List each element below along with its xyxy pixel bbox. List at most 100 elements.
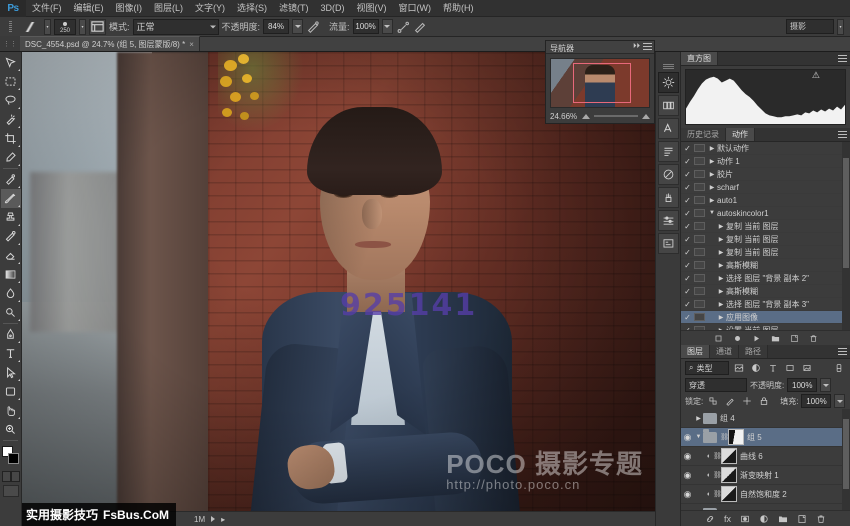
document-tab[interactable]: DSC_4554.psd @ 24.7% (组 5, 图层蒙版/8) * ×	[20, 36, 200, 51]
screen-mode-button[interactable]	[3, 485, 19, 497]
brush-presets-panel-icon[interactable]	[658, 187, 679, 208]
action-row[interactable]: ✓▶应用图像	[681, 311, 850, 324]
layers-scrollbar[interactable]	[842, 409, 850, 510]
tab-histogram[interactable]: 直方图	[681, 52, 718, 65]
layer-fill-stepper[interactable]	[834, 394, 845, 408]
layer-visibility-eye-icon[interactable]: ◉	[681, 432, 694, 443]
new-action-icon[interactable]	[790, 334, 799, 343]
chevron-right-icon[interactable]: ▶	[716, 288, 726, 295]
action-enabled-checkmark-icon[interactable]: ✓	[681, 300, 694, 309]
record-icon[interactable]	[733, 334, 742, 343]
blend-mode-select[interactable]: 正常	[133, 19, 219, 35]
lasso-tool[interactable]	[1, 91, 21, 110]
action-row[interactable]: ✓▶胶片	[681, 168, 850, 181]
chevron-right-icon[interactable]: ▶	[707, 184, 717, 191]
layer-opacity-stepper[interactable]	[820, 378, 831, 392]
chevron-right-icon[interactable]: ▶	[716, 262, 726, 269]
flow-value[interactable]: 100%	[353, 19, 379, 34]
action-row[interactable]: ✓▶复制 当前 图层	[681, 233, 850, 246]
lock-all-icon[interactable]	[757, 394, 771, 408]
blur-tool[interactable]	[1, 284, 21, 303]
actions-scrollbar[interactable]	[842, 142, 850, 330]
layer-visibility-eye-icon[interactable]: ◉	[681, 508, 694, 511]
action-row[interactable]: ✓▶auto1	[681, 194, 850, 207]
histogram-warning-icon[interactable]: ⚠	[812, 70, 820, 81]
action-dialog-toggle[interactable]	[694, 196, 705, 204]
brush-panel-toggle-icon[interactable]	[89, 19, 106, 35]
action-row[interactable]: ✓▶scharf	[681, 181, 850, 194]
menu-item-view[interactable]: 视图(V)	[351, 0, 393, 17]
navigator-zoom-value[interactable]: 24.66%	[550, 112, 578, 121]
chevron-right-icon[interactable]: ▶	[716, 236, 726, 243]
menu-item-type[interactable]: 文字(Y)	[189, 0, 231, 17]
action-enabled-checkmark-icon[interactable]: ✓	[681, 144, 694, 153]
new-group-icon[interactable]	[778, 514, 788, 524]
history-brush-tool[interactable]	[1, 227, 21, 246]
action-dialog-toggle[interactable]	[694, 248, 705, 256]
filter-shape-icon[interactable]	[783, 361, 797, 375]
stop-icon[interactable]	[714, 334, 723, 343]
status-arrow-icon[interactable]	[211, 516, 215, 522]
shape-tool[interactable]	[1, 382, 21, 401]
action-row[interactable]: ✓▶选择 图层 "背景 副本 2"	[681, 272, 850, 285]
panel-menu-icon[interactable]	[643, 43, 652, 51]
action-dialog-toggle[interactable]	[694, 157, 705, 165]
filter-pixel-icon[interactable]	[732, 361, 746, 375]
chevron-right-icon[interactable]: ▶	[707, 197, 717, 204]
status-more-icon[interactable]: ▸	[221, 515, 225, 524]
workspace-switcher[interactable]: 摄影	[786, 19, 834, 34]
panel-menu-icon[interactable]	[838, 55, 847, 63]
play-icon[interactable]	[752, 334, 761, 343]
layer-row[interactable]: ◉▼Dodge & Burn	[681, 504, 850, 510]
brush-tool[interactable]	[1, 189, 21, 208]
opacity-stepper[interactable]	[292, 19, 303, 34]
menu-item-select[interactable]: 选择(S)	[231, 0, 273, 17]
layer-mask-thumbnail[interactable]	[721, 486, 737, 502]
menu-item-image[interactable]: 图像(I)	[110, 0, 149, 17]
filter-type-icon[interactable]	[766, 361, 780, 375]
action-row[interactable]: ✓▶设置 当前 图层	[681, 324, 850, 330]
layer-visibility-eye-icon[interactable]: ◉	[681, 489, 694, 500]
brush-preview-icon[interactable]	[19, 19, 41, 35]
layer-filter-type-select[interactable]: ⌕ 类型	[685, 361, 729, 375]
zoom-out-icon[interactable]	[582, 114, 590, 119]
actions-scroll-thumb[interactable]	[843, 158, 849, 268]
paragraph-panel-icon[interactable]	[658, 141, 679, 162]
tab-paths[interactable]: 路径	[739, 345, 768, 358]
action-dialog-toggle[interactable]	[694, 235, 705, 243]
tab-history[interactable]: 历史记录	[681, 128, 726, 141]
action-row[interactable]: ✓▼autoskincolor1	[681, 207, 850, 220]
menu-item-file[interactable]: 文件(F)	[26, 0, 68, 17]
chevron-right-icon[interactable]: ▶	[716, 314, 726, 321]
adjustments-panel-icon[interactable]	[658, 72, 679, 93]
action-row[interactable]: ✓▶复制 当前 图层	[681, 220, 850, 233]
menu-item-layer[interactable]: 图层(L)	[148, 0, 189, 17]
hand-tool[interactable]	[1, 401, 21, 420]
layer-mask-thumbnail[interactable]	[721, 448, 737, 464]
layer-row[interactable]: ▶组 4	[681, 409, 850, 428]
adjustment-thumbnail-icon[interactable]: ◐	[705, 453, 713, 460]
action-dialog-toggle[interactable]	[694, 209, 705, 217]
action-enabled-checkmark-icon[interactable]: ✓	[681, 209, 694, 218]
action-dialog-toggle[interactable]	[694, 313, 705, 321]
action-dialog-toggle[interactable]	[694, 144, 705, 152]
properties-panel-icon[interactable]	[658, 210, 679, 231]
crop-tool[interactable]	[1, 129, 21, 148]
filter-adjustment-icon[interactable]	[749, 361, 763, 375]
workspace-caret-icon[interactable]: ▾	[837, 19, 844, 35]
tab-layers[interactable]: 图层	[681, 345, 710, 358]
action-enabled-checkmark-icon[interactable]: ✓	[681, 274, 694, 283]
action-dialog-toggle[interactable]	[694, 170, 705, 178]
tab-actions[interactable]: 动作	[726, 128, 755, 141]
layer-style-icon[interactable]: fx	[724, 514, 731, 524]
quick-selection-tool[interactable]	[1, 110, 21, 129]
navigator-zoom-slider[interactable]	[594, 115, 638, 117]
new-adjustment-layer-icon[interactable]	[759, 514, 769, 524]
panel-menu-icon[interactable]	[838, 131, 847, 139]
flow-stepper[interactable]	[382, 19, 393, 34]
adjustment-thumbnail-icon[interactable]: ◐	[705, 491, 713, 498]
layer-row[interactable]: ◉◐⛓曲线 6	[681, 447, 850, 466]
action-enabled-checkmark-icon[interactable]: ✓	[681, 287, 694, 296]
rail-grip[interactable]	[663, 64, 674, 69]
tab-channels[interactable]: 通道	[710, 345, 739, 358]
